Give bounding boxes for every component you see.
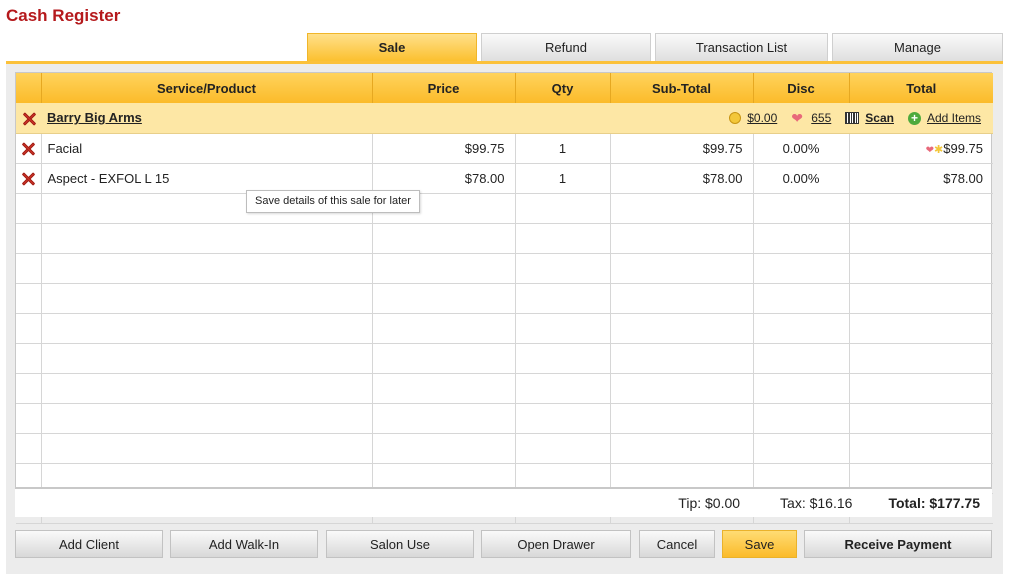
item-qty[interactable]: 1	[515, 163, 611, 194]
item-total: $78.00	[849, 163, 993, 194]
star-icon: ✱	[934, 143, 944, 156]
sale-grid: Service/Product Price Qty Sub-Total Disc…	[15, 72, 993, 524]
empty-row	[16, 253, 993, 284]
item-disc[interactable]: 0.00%	[753, 133, 850, 164]
loyalty-heart-icon: ❤	[925, 144, 935, 156]
totals-bar: Tip: $0.00 Tax: $16.16 Total: $177.75	[15, 487, 992, 517]
item-qty[interactable]: 1	[515, 133, 611, 164]
client-row: Barry Big Arms $0.00 ❤ 655 Scan + Add It…	[16, 103, 993, 134]
item-total: $99.75	[943, 140, 983, 156]
empty-row	[16, 373, 993, 404]
grid-header: Service/Product Price Qty Sub-Total Disc…	[16, 73, 993, 103]
col-header-disc: Disc	[753, 73, 850, 103]
coins-icon	[729, 112, 742, 124]
client-points-link[interactable]: 655	[811, 111, 831, 125]
col-header-service: Service/Product	[41, 73, 373, 103]
scan-link[interactable]: Scan	[865, 111, 894, 125]
empty-row	[16, 283, 993, 314]
remove-item-icon[interactable]	[21, 142, 35, 156]
heart-icon: ❤	[791, 110, 803, 126]
page-title: Cash Register	[6, 6, 121, 25]
tab-transaction-list[interactable]: Transaction List	[655, 33, 828, 62]
item-subtotal: $99.75	[610, 133, 754, 164]
empty-row	[16, 343, 993, 374]
save-tooltip: Save details of this sale for later	[246, 190, 420, 213]
add-items-link[interactable]: Add Items	[927, 111, 981, 125]
tab-bar: Sale Refund Transaction List Manage	[307, 33, 1003, 62]
receive-payment-button[interactable]: Receive Payment	[804, 530, 992, 558]
col-header-total: Total	[849, 73, 993, 103]
col-header-subtotal: Sub-Total	[610, 73, 754, 103]
salon-use-button[interactable]: Salon Use	[326, 530, 474, 558]
item-name: Aspect - EXFOL L 15	[41, 163, 373, 194]
cancel-button[interactable]: Cancel	[639, 530, 715, 558]
barcode-icon	[845, 112, 860, 124]
remove-client-icon[interactable]	[22, 112, 36, 126]
tip-amount: Tip: $0.00	[678, 495, 741, 511]
add-client-button[interactable]: Add Client	[15, 530, 163, 558]
col-header-qty: Qty	[515, 73, 611, 103]
client-tools: $0.00 ❤ 655 Scan + Add Items	[729, 103, 981, 133]
tab-manage[interactable]: Manage	[832, 33, 1003, 62]
grand-total: Total: $177.75	[888, 495, 980, 511]
tab-sale[interactable]: Sale	[307, 33, 477, 62]
col-header-delete	[16, 73, 42, 103]
tab-refund[interactable]: Refund	[481, 33, 651, 62]
item-price: $78.00	[372, 163, 516, 194]
empty-row	[16, 193, 993, 224]
table-row: Aspect - EXFOL L 15 $78.00 1 $78.00 0.00…	[16, 163, 993, 194]
table-row: Facial $99.75 1 $99.75 0.00% ❤✱$99.75	[16, 133, 993, 164]
add-circle-icon: +	[907, 111, 921, 125]
save-button[interactable]: Save	[722, 530, 797, 558]
empty-row	[16, 433, 993, 464]
empty-row	[16, 403, 993, 434]
remove-item-icon[interactable]	[21, 172, 35, 186]
col-header-price: Price	[372, 73, 516, 103]
empty-row	[16, 223, 993, 254]
item-total-cell: ❤✱$99.75	[849, 133, 993, 164]
tax-amount: Tax: $16.16	[780, 495, 853, 511]
item-disc[interactable]: 0.00%	[753, 163, 850, 194]
client-balance-link[interactable]: $0.00	[747, 111, 777, 125]
item-price: $99.75	[372, 133, 516, 164]
empty-row	[16, 313, 993, 344]
item-subtotal: $78.00	[610, 163, 754, 194]
add-walkin-button[interactable]: Add Walk-In	[170, 530, 318, 558]
client-name-link[interactable]: Barry Big Arms	[47, 110, 142, 125]
item-name: Facial	[41, 133, 373, 164]
open-drawer-button[interactable]: Open Drawer	[481, 530, 631, 558]
